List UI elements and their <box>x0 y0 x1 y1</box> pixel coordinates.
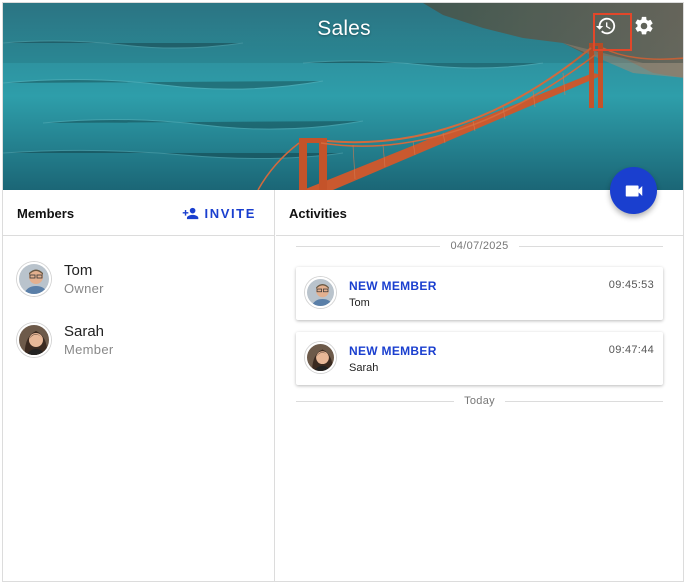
activity-type: NEW MEMBER <box>349 344 437 358</box>
activity-card[interactable]: NEW MEMBER Tom 09:45:53 <box>296 267 663 320</box>
activity-user: Sarah <box>349 362 379 374</box>
member-role: Member <box>64 342 114 357</box>
member-name: Sarah <box>64 323 105 340</box>
gear-icon <box>635 16 653 35</box>
history-button[interactable] <box>593 13 632 51</box>
app-window: Sales Members INVITE Tom Owner Sarah Mem… <box>2 2 684 582</box>
members-title: Members <box>17 206 75 221</box>
invite-label: INVITE <box>204 205 256 221</box>
activity-card[interactable]: NEW MEMBER Sarah 09:47:44 <box>296 332 663 385</box>
member-role: Owner <box>64 281 104 296</box>
invite-button[interactable]: INVITE <box>182 202 257 224</box>
date-separator-label: Today <box>464 395 495 407</box>
person-add-icon <box>182 207 198 219</box>
avatar <box>305 342 336 373</box>
video-call-button[interactable] <box>610 167 657 214</box>
member-item-sarah[interactable]: Sarah Member <box>3 314 275 368</box>
channel-banner: Sales <box>3 3 683 190</box>
date-separator: Today <box>296 394 664 408</box>
member-name: Tom <box>64 262 93 279</box>
channel-title: Sales <box>317 17 371 40</box>
activity-type: NEW MEMBER <box>349 279 437 293</box>
avatar <box>17 262 51 296</box>
activities-title: Activities <box>289 206 347 221</box>
history-icon <box>595 17 616 35</box>
avatar <box>17 323 51 357</box>
videocam-icon <box>625 185 642 196</box>
activities-panel: Activities 04/07/2025 NEW MEMBER Tom 09:… <box>276 190 683 581</box>
activity-user: Tom <box>349 297 370 309</box>
activity-time: 09:45:53 <box>608 279 654 291</box>
date-separator: 04/07/2025 <box>296 239 663 253</box>
settings-button[interactable] <box>633 15 665 47</box>
members-header: Members INVITE <box>3 190 274 236</box>
member-item-tom[interactable]: Tom Owner <box>3 253 275 307</box>
activity-time: 09:47:44 <box>608 344 654 356</box>
members-panel: Members INVITE Tom Owner Sarah Member <box>3 190 275 581</box>
date-separator-label: 04/07/2025 <box>450 240 509 252</box>
avatar <box>305 277 336 308</box>
